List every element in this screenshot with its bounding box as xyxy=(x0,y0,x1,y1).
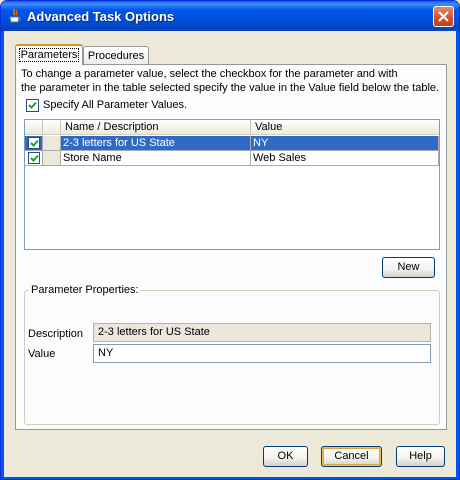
window-title: Advanced Task Options xyxy=(27,9,175,24)
tab-procedures[interactable]: Procedures xyxy=(83,46,149,65)
dialog-window: Advanced Task Options Parameters Procedu… xyxy=(0,0,460,480)
column-header-check[interactable] xyxy=(25,120,43,135)
instructions-line-2: the parameter in the table selected spec… xyxy=(21,82,440,94)
row-value-cell[interactable]: Web Sales xyxy=(251,151,439,166)
column-header-value[interactable]: Value xyxy=(251,120,439,135)
tab-procedures-label: Procedures xyxy=(87,50,145,62)
tab-parameters[interactable]: Parameters xyxy=(15,44,83,65)
parameters-table: Name / Description Value 2-3 letters for… xyxy=(24,119,440,250)
description-label: Description xyxy=(28,328,84,340)
ok-button[interactable]: OK xyxy=(263,446,308,467)
row-blank-cell xyxy=(43,136,61,151)
new-button[interactable]: New xyxy=(382,257,435,278)
parameter-properties-group: Parameter Properties: Description 2-3 le… xyxy=(24,284,440,425)
specify-all-label[interactable]: Specify All Parameter Values. xyxy=(43,99,187,111)
table-row[interactable]: 2-3 letters for US State NY xyxy=(25,136,439,151)
row-checkbox-cell xyxy=(25,136,43,151)
row-name-cell[interactable]: Store Name xyxy=(61,151,251,166)
row-blank-cell xyxy=(43,151,61,166)
instructions-line-1: To change a parameter value, select the … xyxy=(21,68,398,80)
description-field: 2-3 letters for US State xyxy=(93,323,431,342)
row-name-cell[interactable]: 2-3 letters for US State xyxy=(61,136,251,151)
parameter-properties-label: Parameter Properties: xyxy=(29,284,141,296)
close-icon xyxy=(438,11,449,22)
row-checkbox[interactable] xyxy=(28,137,40,149)
row-checkbox-cell xyxy=(25,151,43,166)
parameters-panel: To change a parameter value, select the … xyxy=(15,64,447,430)
row-value-cell[interactable]: NY xyxy=(251,136,439,151)
tab-parameters-label: Parameters xyxy=(18,48,80,62)
instructions-text: To change a parameter value, select the … xyxy=(21,67,446,95)
value-field[interactable]: NY xyxy=(93,344,431,363)
column-header-blank[interactable] xyxy=(43,120,61,135)
table-row[interactable]: Store Name Web Sales xyxy=(25,151,439,166)
value-label: Value xyxy=(28,348,56,360)
cancel-button[interactable]: Cancel xyxy=(321,446,382,467)
java-app-icon xyxy=(9,8,21,23)
help-button[interactable]: Help xyxy=(396,446,445,467)
checkmark-icon xyxy=(30,154,39,162)
close-button[interactable] xyxy=(433,6,454,27)
row-checkbox[interactable] xyxy=(28,152,40,164)
column-header-name[interactable]: Name / Description xyxy=(61,120,251,135)
checkmark-icon xyxy=(30,139,39,147)
table-header: Name / Description Value xyxy=(25,120,439,135)
window-border-left xyxy=(1,31,4,479)
window-border-right xyxy=(456,31,459,479)
title-bar[interactable]: Advanced Task Options xyxy=(1,1,459,31)
specify-all-checkbox[interactable] xyxy=(26,99,39,112)
checkmark-icon xyxy=(28,101,37,109)
